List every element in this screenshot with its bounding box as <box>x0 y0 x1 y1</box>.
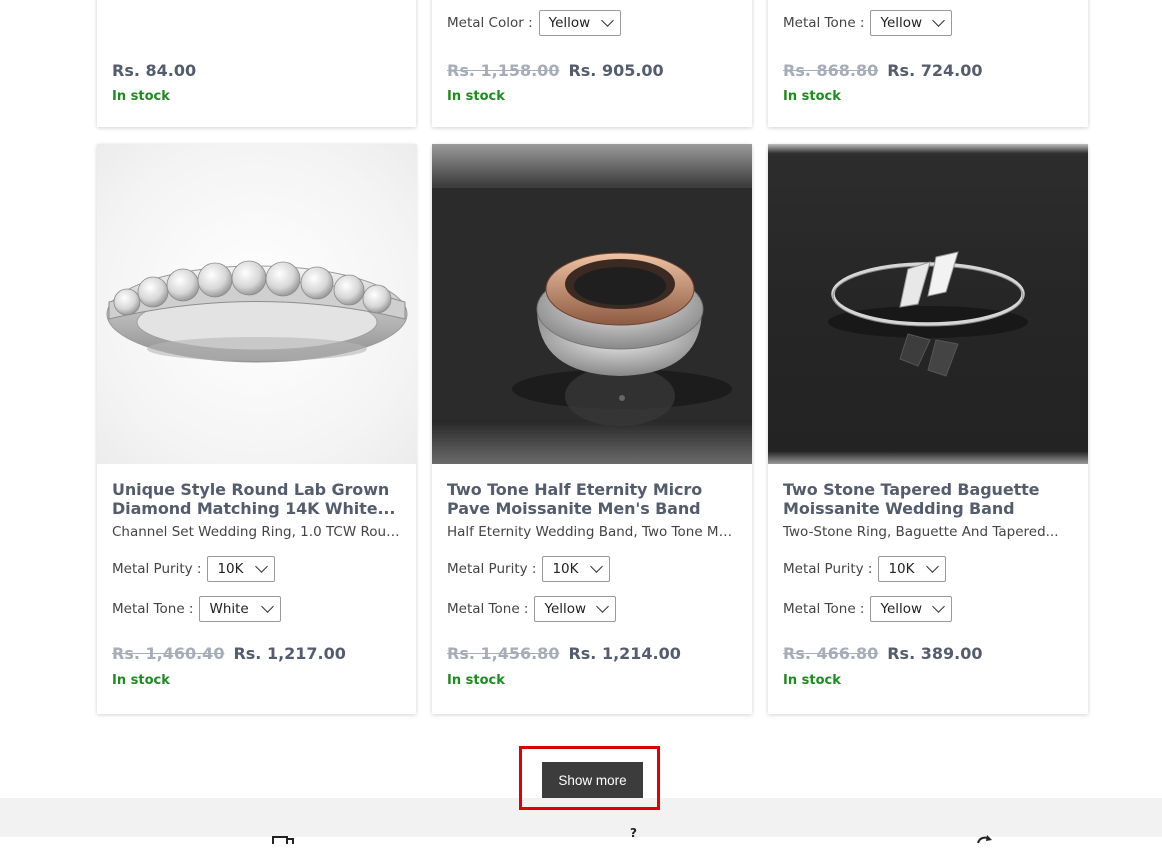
select-value: Yellow <box>544 601 587 617</box>
option-label: Metal Purity : <box>447 561 537 577</box>
price-row: Rs. 1,456.80 Rs. 1,214.00 <box>447 644 738 663</box>
metal-color-select[interactable]: Yellow <box>538 10 621 36</box>
option-label: Metal Purity : <box>112 561 202 577</box>
metal-purity-row: Metal Purity : 10K <box>447 556 738 582</box>
metal-purity-row: Metal Purity : 10K <box>783 556 1074 582</box>
product-card[interactable]: Two Tone Half Eternity Micro Pave Moissa… <box>432 144 752 714</box>
chevron-down-icon <box>261 600 275 613</box>
delivery-icon <box>272 829 294 848</box>
metal-tone-row: Metal Tone : Yellow <box>447 596 738 622</box>
chevron-down-icon <box>926 560 940 573</box>
product-subtitle: Two-Stone Ring, Baguette And Tapered... <box>783 524 1059 540</box>
option-label: Metal Color : <box>447 15 533 31</box>
product-card[interactable]: Two Stone Tapered Baguette Moissanite We… <box>768 144 1088 714</box>
metal-tone-select[interactable]: Yellow <box>870 10 953 36</box>
price-row: Rs. 1,460.40 Rs. 1,217.00 <box>112 644 402 663</box>
price-row: Rs. 466.80 Rs. 389.00 <box>783 644 1074 663</box>
chevron-down-icon <box>590 560 604 573</box>
chevron-down-icon <box>932 14 946 27</box>
product-card[interactable]: Unique Style Round Lab Grown Diamond Mat… <box>97 144 417 714</box>
price: Rs. 389.00 <box>887 644 983 663</box>
stock-status: In stock <box>783 89 841 104</box>
old-price: Rs. 1,158.00 <box>447 61 560 80</box>
product-title[interactable]: Two Stone Tapered Baguette Moissanite We… <box>783 480 1074 518</box>
price-row: Rs. 1,158.00 Rs. 905.00 <box>447 61 664 80</box>
select-value: Yellow <box>880 601 923 617</box>
metal-purity-select[interactable]: 10K <box>542 556 611 582</box>
option-label: Metal Tone : <box>447 601 529 617</box>
old-price: Rs. 868.80 <box>783 61 879 80</box>
product-card[interactable]: Metal Tone : Yellow Rs. 868.80 Rs. 724.0… <box>768 0 1088 127</box>
product-card[interactable]: Metal Color : Yellow Rs. 1,158.00 Rs. 90… <box>432 0 752 127</box>
product-title[interactable]: Unique Style Round Lab Grown Diamond Mat… <box>112 480 402 518</box>
product-image[interactable] <box>768 144 1088 464</box>
ring-image <box>432 188 752 426</box>
select-value: Yellow <box>548 15 591 31</box>
metal-tone-select[interactable]: Yellow <box>870 596 953 622</box>
price: Rs. 84.00 <box>112 61 197 80</box>
old-price: Rs. 1,460.40 <box>112 644 225 663</box>
ring-image <box>828 251 1028 377</box>
price: Rs. 905.00 <box>568 61 664 80</box>
price: Rs. 724.00 <box>887 61 983 80</box>
option-label: Metal Purity : <box>783 561 873 577</box>
price: Rs. 1,214.00 <box>568 644 681 663</box>
chevron-down-icon <box>596 600 610 613</box>
price-row: Rs. 84.00 <box>112 61 196 80</box>
old-price: Rs. 466.80 <box>783 644 879 663</box>
metal-purity-row: Metal Purity : 10K <box>112 556 402 582</box>
select-value: 10K <box>217 561 244 577</box>
product-card[interactable]: Rs. 84.00 In stock <box>97 0 416 127</box>
select-value: White <box>209 601 249 617</box>
metal-purity-select[interactable]: 10K <box>207 556 276 582</box>
stock-status: In stock <box>447 673 505 688</box>
chevron-down-icon <box>600 14 614 27</box>
ring-image <box>106 260 408 363</box>
metal-color-row: Metal Color : Yellow <box>447 10 621 36</box>
metal-tone-row: Metal Tone : White <box>112 596 402 622</box>
product-image[interactable] <box>432 144 752 464</box>
metal-tone-row: Metal Tone : Yellow <box>783 596 1074 622</box>
metal-purity-select[interactable]: 10K <box>878 556 947 582</box>
option-label: Metal Tone : <box>112 601 194 617</box>
metal-tone-row: Metal Tone : Yellow <box>783 10 953 36</box>
select-value: Yellow <box>880 15 923 31</box>
show-more-button[interactable]: Show more <box>542 762 643 798</box>
stock-status: In stock <box>783 673 841 688</box>
product-image[interactable] <box>97 144 417 464</box>
chevron-down-icon <box>932 600 946 613</box>
option-label: Metal Tone : <box>783 15 865 31</box>
stock-status: In stock <box>447 89 505 104</box>
option-label: Metal Tone : <box>783 601 865 617</box>
stock-status: In stock <box>112 673 170 688</box>
product-subtitle: Channel Set Wedding Ring, 1.0 TCW Round.… <box>112 524 402 540</box>
select-value: 10K <box>888 561 915 577</box>
product-subtitle: Half Eternity Wedding Band, Two Tone Men… <box>447 524 738 540</box>
product-title[interactable]: Two Tone Half Eternity Micro Pave Moissa… <box>447 480 738 518</box>
returns-icon <box>975 829 993 848</box>
metal-tone-select[interactable]: Yellow <box>534 596 617 622</box>
select-value: 10K <box>552 561 579 577</box>
stock-status: In stock <box>112 89 170 104</box>
metal-tone-select[interactable]: White <box>199 596 282 622</box>
old-price: Rs. 1,456.80 <box>447 644 560 663</box>
help-icon: ? <box>630 826 637 840</box>
price-row: Rs. 868.80 Rs. 724.00 <box>783 61 982 80</box>
price: Rs. 1,217.00 <box>233 644 346 663</box>
chevron-down-icon <box>255 560 269 573</box>
